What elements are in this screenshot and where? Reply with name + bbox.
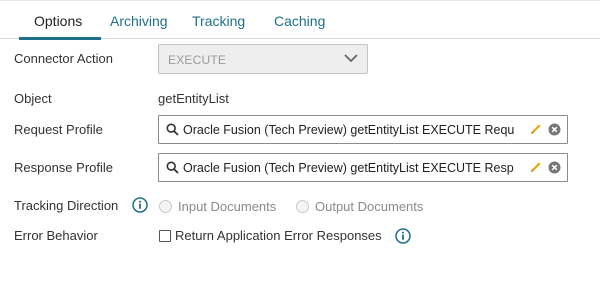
pencil-icon[interactable]: [529, 122, 543, 136]
tab-archiving[interactable]: Archiving: [110, 13, 168, 29]
tab-tracking[interactable]: Tracking: [192, 13, 245, 29]
connector-action-value: EXECUTE: [168, 53, 227, 67]
tab-options[interactable]: Options: [34, 13, 82, 29]
request-profile-field[interactable]: Oracle Fusion (Tech Preview) getEntityLi…: [158, 115, 568, 144]
clear-icon[interactable]: [548, 123, 561, 136]
search-icon: [166, 123, 179, 136]
connector-action-select[interactable]: EXECUTE: [158, 44, 368, 74]
input-documents-label: Input Documents: [178, 199, 277, 214]
output-documents-label: Output Documents: [315, 199, 424, 214]
output-documents-radio[interactable]: [296, 200, 309, 213]
tracking-direction-label: Tracking Direction: [14, 198, 119, 213]
tab-caching[interactable]: Caching: [274, 13, 325, 29]
search-icon: [166, 161, 179, 174]
chevron-down-icon: [344, 54, 358, 63]
input-documents-radio[interactable]: [159, 200, 172, 213]
request-profile-label: Request Profile: [14, 122, 103, 137]
response-profile-label: Response Profile: [14, 160, 113, 175]
connector-action-label: Connector Action: [14, 51, 114, 66]
return-error-responses-label: Return Application Error Responses: [175, 228, 382, 243]
request-profile-value: Oracle Fusion (Tech Preview) getEntityLi…: [183, 123, 515, 137]
error-behavior-label: Error Behavior: [14, 228, 98, 243]
info-icon[interactable]: [395, 228, 411, 244]
tab-bar: Options Archiving Tracking Caching: [0, 4, 600, 40]
object-label: Object: [14, 91, 52, 106]
object-value: getEntityList: [158, 91, 229, 106]
response-profile-field[interactable]: Oracle Fusion (Tech Preview) getEntityLi…: [158, 153, 568, 182]
response-profile-value: Oracle Fusion (Tech Preview) getEntityLi…: [183, 161, 514, 175]
info-icon[interactable]: [132, 197, 148, 213]
active-tab-indicator: [19, 37, 101, 40]
pencil-icon[interactable]: [529, 160, 543, 174]
clear-icon[interactable]: [548, 161, 561, 174]
return-error-responses-checkbox[interactable]: [159, 230, 171, 242]
